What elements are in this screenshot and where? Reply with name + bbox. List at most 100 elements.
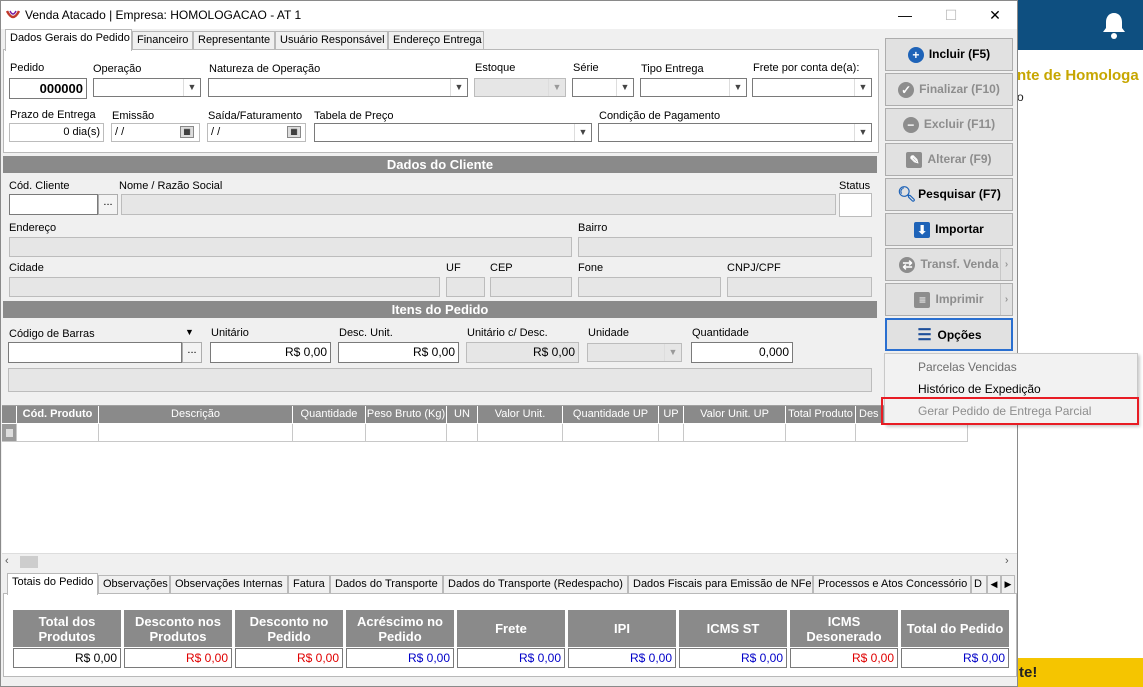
bell-icon[interactable] xyxy=(1100,10,1128,40)
frete-value[interactable]: R$ 0,00 xyxy=(457,648,565,668)
menu-item-parcelas-vencidas[interactable]: Parcelas Vencidas xyxy=(918,360,1017,374)
tab-dados-gerais[interactable]: Dados Gerais do Pedido xyxy=(5,29,132,51)
tab-totais-pedido[interactable]: Totais do Pedido xyxy=(7,573,98,595)
table-row-cell[interactable] xyxy=(659,424,684,442)
codigo-barras-field[interactable] xyxy=(8,342,182,363)
tab-usuario-responsavel[interactable]: Usuário Responsável xyxy=(275,31,388,50)
venda-atacado-window: Venda Atacado | Empresa: HOMOLOGACAO - A… xyxy=(0,0,1018,687)
table-row-cell[interactable] xyxy=(856,424,968,442)
scroll-right-icon[interactable]: › xyxy=(1005,555,1009,567)
chevron-down-icon: ▼ xyxy=(548,79,565,96)
chevron-right-icon: › xyxy=(1000,284,1012,315)
incluir-button[interactable]: + Incluir (F5) xyxy=(885,38,1013,71)
tab-dados-transporte-redespacho[interactable]: Dados do Transporte (Redespacho) xyxy=(443,575,628,594)
serie-select[interactable]: ▼ xyxy=(572,78,634,97)
tab-endereco-entrega[interactable]: Endereço Entrega xyxy=(388,31,484,50)
col-valor-unit[interactable]: Valor Unit. xyxy=(478,406,563,423)
table-row-cell[interactable] xyxy=(366,424,447,442)
col-descricao[interactable]: Descrição xyxy=(99,406,293,423)
scroll-left-icon[interactable]: ‹ xyxy=(5,555,9,567)
cidade-field xyxy=(9,277,440,297)
unitario-field[interactable]: R$ 0,00 xyxy=(210,342,331,363)
calendar-icon[interactable]: ▦ xyxy=(287,126,301,138)
desconto-pedido-value[interactable]: R$ 0,00 xyxy=(235,648,343,668)
pesquisar-button[interactable]: 🔍︎ Pesquisar (F7) xyxy=(885,178,1013,211)
close-button[interactable]: ✕ xyxy=(972,1,1018,29)
label-prazo: Prazo de Entrega xyxy=(10,109,96,121)
condicao-pagamento-select[interactable]: ▼ xyxy=(598,123,872,142)
acrescimo-pedido-value[interactable]: R$ 0,00 xyxy=(346,648,454,668)
tab-observacoes-internas[interactable]: Observações Internas xyxy=(170,575,288,594)
imprimir-button: ≡ Imprimir › xyxy=(885,283,1013,316)
tipo-entrega-select[interactable]: ▼ xyxy=(640,78,747,97)
table-row-cell[interactable] xyxy=(786,424,856,442)
col-up[interactable]: UP xyxy=(659,406,684,423)
tab-processos-atos[interactable]: Processos e Atos Concessório xyxy=(813,575,971,594)
cep-field xyxy=(490,277,572,297)
menu-icon: ☰ xyxy=(917,326,932,344)
prazo-entrega-field[interactable]: 0 dia(s) xyxy=(9,123,104,142)
tab-financeiro[interactable]: Financeiro xyxy=(132,31,193,50)
tab-observacoes[interactable]: Observações xyxy=(98,575,170,594)
chevron-down-icon: ▼ xyxy=(729,79,746,96)
tab-scroll-left-icon[interactable]: ◀ xyxy=(987,575,1001,594)
scroll-thumb[interactable] xyxy=(20,556,38,568)
ipi-box: IPI R$ 0,00 xyxy=(568,610,676,668)
opcoes-button[interactable]: ☰ Opções xyxy=(885,318,1013,351)
table-row-cell[interactable] xyxy=(563,424,659,442)
tab-dados-fiscais[interactable]: Dados Fiscais para Emissão de NFe xyxy=(628,575,813,594)
col-quantidade[interactable]: Quantidade xyxy=(293,406,366,423)
frete-label: Frete xyxy=(457,610,565,647)
cliente-lookup-button[interactable]: ... xyxy=(98,194,118,215)
pedido-field[interactable]: 000000 xyxy=(9,78,87,99)
table-row-cell[interactable] xyxy=(293,424,366,442)
background-subtext: o xyxy=(1017,90,1024,104)
label-frete: Frete por conta de(a): xyxy=(753,62,860,74)
table-row-cell[interactable] xyxy=(447,424,478,442)
table-row-cell[interactable] xyxy=(99,424,293,442)
desconto-produtos-box: Desconto nos Produtos R$ 0,00 xyxy=(124,610,232,668)
horizontal-scrollbar[interactable]: ‹ › xyxy=(2,553,1017,569)
frete-select[interactable]: ▼ xyxy=(752,78,872,97)
importar-button[interactable]: ⬇ Importar xyxy=(885,213,1013,246)
desconto-produtos-label: Desconto nos Produtos xyxy=(124,610,232,647)
label-unit-desc: Unitário c/ Desc. xyxy=(467,327,548,339)
table-row-cell[interactable] xyxy=(17,424,99,442)
table-row-cell[interactable] xyxy=(478,424,563,442)
cod-cliente-field[interactable] xyxy=(9,194,98,215)
col-total-produto[interactable]: Total Produto xyxy=(786,406,856,423)
calendar-icon[interactable]: ▦ xyxy=(180,126,194,138)
label-cod-cliente: Cód. Cliente xyxy=(9,180,70,192)
col-quantidade-up[interactable]: Quantidade UP xyxy=(563,406,659,423)
icms-st-box: ICMS ST R$ 0,00 xyxy=(679,610,787,668)
quantidade-field[interactable]: 0,000 xyxy=(691,342,793,363)
tab-more[interactable]: D xyxy=(971,575,987,594)
chevron-down-icon: ▼ xyxy=(664,344,681,361)
natureza-operacao-select[interactable]: ▼ xyxy=(208,78,468,97)
col-peso-bruto[interactable]: Peso Bruto (Kg) xyxy=(366,406,447,423)
tab-dados-transporte[interactable]: Dados do Transporte xyxy=(330,575,443,594)
table-row-cell[interactable] xyxy=(684,424,786,442)
chevron-down-icon: ▼ xyxy=(854,79,871,96)
caret-down-icon[interactable]: ▼ xyxy=(185,327,194,337)
produto-lookup-button[interactable]: ... xyxy=(182,342,202,363)
tabela-preco-select[interactable]: ▼ xyxy=(314,123,592,142)
tab-scroll-right-icon[interactable]: ▶ xyxy=(1001,575,1015,594)
endereco-field xyxy=(9,237,572,257)
tab-fatura[interactable]: Fatura xyxy=(288,575,330,594)
importar-label: Importar xyxy=(935,222,984,236)
desconto-pedido-box: Desconto no Pedido R$ 0,00 xyxy=(235,610,343,668)
col-cod-produto[interactable]: Cód. Produto xyxy=(17,406,99,423)
icms-st-label: ICMS ST xyxy=(679,610,787,647)
menu-item-historico-expedicao[interactable]: Histórico de Expedição xyxy=(918,382,1041,396)
unitario-desc-field: R$ 0,00 xyxy=(466,342,579,363)
tab-representante[interactable]: Representante xyxy=(193,31,275,50)
label-pedido: Pedido xyxy=(10,62,45,74)
desc-unit-field[interactable]: R$ 0,00 xyxy=(338,342,459,363)
minimize-button[interactable]: — xyxy=(882,1,928,29)
col-un[interactable]: UN xyxy=(447,406,478,423)
operacao-select[interactable]: ▼ xyxy=(93,78,201,97)
col-valor-unit-up[interactable]: Valor Unit. UP xyxy=(684,406,786,423)
row-indicator[interactable] xyxy=(2,424,17,442)
bottom-tab-strip: Totais do Pedido Observações Observações… xyxy=(3,573,1017,595)
